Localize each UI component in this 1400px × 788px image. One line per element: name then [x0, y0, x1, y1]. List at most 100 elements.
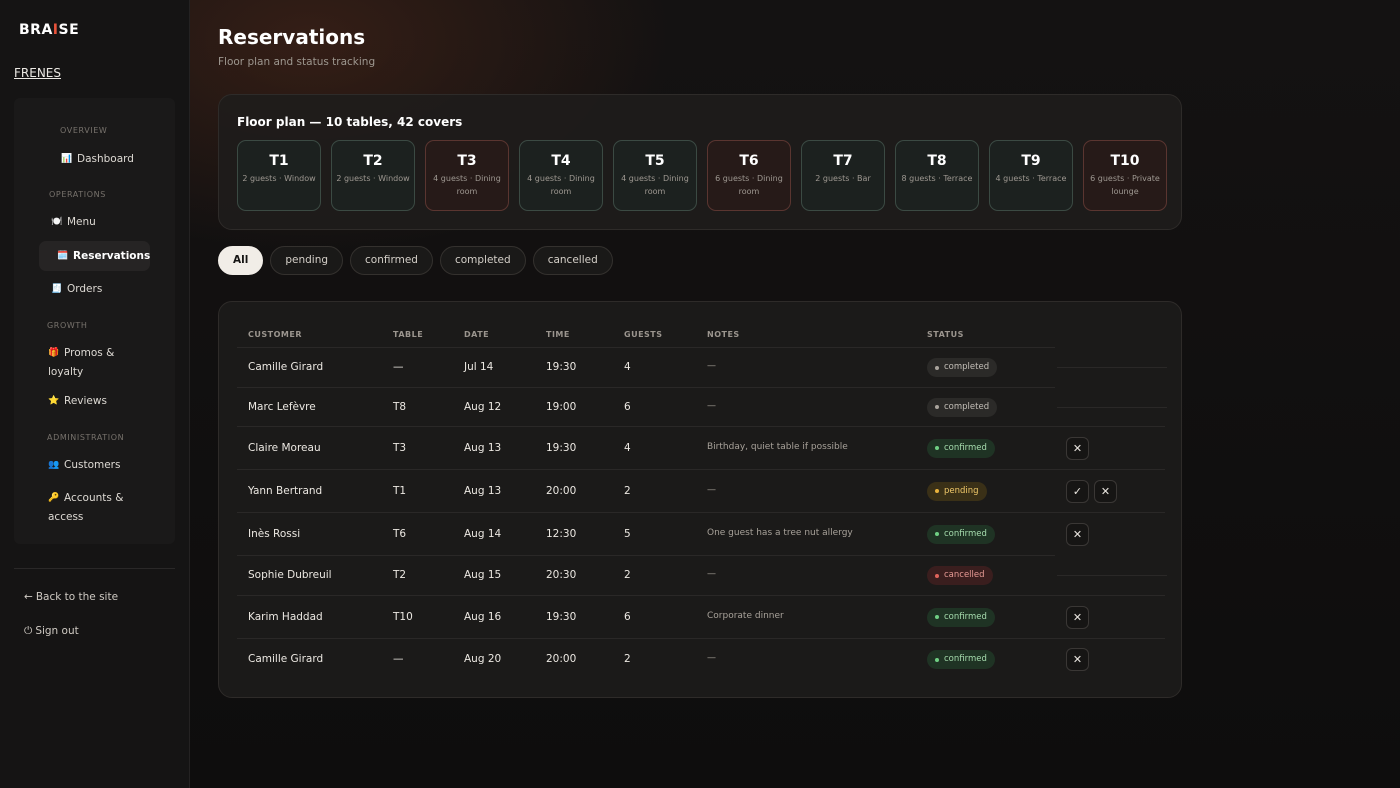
sidebar-item-label-cont: loyalty: [48, 366, 84, 378]
brand-logo-part: BRA: [19, 22, 53, 38]
cell-notes: Corporate dinner: [707, 610, 784, 621]
status-dot: [935, 405, 939, 409]
cell-guests: 2: [624, 569, 631, 581]
sidebar-item-label: Accounts &: [64, 492, 124, 504]
floor-table-t4[interactable]: T4 4 guests · Dining room: [519, 140, 603, 211]
status-badge: confirmed: [927, 438, 995, 458]
table-row[interactable]: Camille Girard — Aug 20 20:00 2 — confirmed ✕: [237, 638, 1165, 680]
table-name: T1: [269, 153, 289, 169]
filter-pending[interactable]: pending: [270, 246, 344, 275]
restaurant-link[interactable]: FRENES: [14, 66, 61, 80]
status-label: completed: [944, 362, 990, 372]
filter-cancelled[interactable]: cancelled: [532, 246, 613, 275]
cell-notes: —: [707, 484, 716, 495]
status-badge: confirmed: [927, 650, 995, 669]
sidebar-item-reviews[interactable]: ⭐ Reviews: [48, 394, 107, 408]
table-row[interactable]: Marc Lefèvre T8 Aug 12 19:00 6 — completed: [237, 387, 1055, 426]
table-row[interactable]: Karim Haddad T10 Aug 16 19:30 6 Corporate din…: [237, 595, 1165, 638]
status-dot: [935, 615, 939, 619]
table-name: T3: [457, 153, 477, 169]
sidebar-item-promos[interactable]: 🎁 Promos & loyalty: [48, 346, 158, 379]
table-info: 4 guests · Terrace: [995, 174, 1067, 183]
column-header-notes: NOTES: [707, 330, 740, 339]
cell-table: T1: [393, 484, 407, 497]
filter-confirmed[interactable]: confirmed: [350, 246, 433, 275]
reservations-table-card: CUSTOMER TABLE DATE TIME GUESTS NOTES ST…: [218, 301, 1182, 698]
receipt-icon: 🧾: [51, 284, 63, 294]
sidebar: BRAISE FRENES OVERVIEW 📊 Dashboard OPERA…: [0, 0, 190, 788]
row-divider: [1057, 406, 1167, 408]
filter-completed[interactable]: completed: [439, 246, 526, 275]
cell-table: T3: [393, 441, 407, 454]
sidebar-item-reservations[interactable]: 🗓️ Reservations: [39, 241, 150, 271]
floor-plan-title: Floor plan — 10 tables, 42 covers: [237, 115, 463, 129]
cell-customer: Inès Rossi: [248, 527, 301, 540]
cancel-reservation-button[interactable]: ✕: [1066, 648, 1089, 671]
table-info: 6 guests · Private lounge: [1090, 174, 1160, 196]
floor-plan-card: Floor plan — 10 tables, 42 covers T1 2 gu…: [218, 94, 1182, 230]
sidebar-item-orders[interactable]: 🧾 Orders: [51, 282, 102, 296]
table-name: T4: [551, 153, 571, 169]
status-label: pending: [944, 485, 979, 496]
cell-date: Aug 12: [464, 400, 502, 413]
table-info: 2 guests · Window: [336, 174, 410, 183]
cell-notes: One guest has a tree nut allergy: [707, 527, 853, 538]
column-header-date: DATE: [464, 330, 490, 339]
table-row[interactable]: Camille Girard — Jul 14 19:30 4 — completed: [237, 347, 1055, 387]
cell-notes: Birthday, quiet table if possible: [707, 441, 848, 452]
sidebar-item-accounts[interactable]: 🔑 Accounts & access: [48, 491, 158, 524]
cell-table: T10: [393, 610, 413, 623]
floor-table-t3[interactable]: T3 4 guests · Dining room: [425, 140, 509, 211]
sidebar-item-dashboard[interactable]: 📊 Dashboard: [61, 152, 134, 166]
sidebar-item-label: Orders: [67, 283, 103, 295]
cell-time: 19:30: [546, 610, 577, 623]
cell-time: 19:00: [546, 400, 577, 413]
page-subtitle: Floor plan and status tracking: [218, 56, 376, 68]
column-header-status: STATUS: [927, 330, 964, 339]
cancel-reservation-button[interactable]: ✕: [1066, 436, 1089, 460]
table-name: T10: [1110, 153, 1140, 169]
cell-time: 20:00: [546, 653, 577, 665]
filter-all[interactable]: All: [218, 246, 264, 275]
status-badge: pending: [927, 481, 987, 501]
floor-table-t2[interactable]: T2 2 guests · Window: [331, 140, 415, 211]
nav-panel: OVERVIEW 📊 Dashboard OPERATIONS 🍽️ Menu …: [14, 98, 175, 544]
floor-table-t10[interactable]: T10 6 guests · Private lounge: [1083, 140, 1167, 211]
cancel-reservation-button[interactable]: ✕: [1066, 522, 1089, 546]
table-row[interactable]: Claire Moreau T3 Aug 13 19:30 4 Birthday, qui…: [237, 426, 1165, 469]
floor-table-t7[interactable]: T7 2 guests · Bar: [801, 140, 885, 211]
table-row[interactable]: Sophie Dubreuil T2 Aug 15 20:30 2 — cancelled: [237, 555, 1055, 595]
sidebar-item-menu[interactable]: 🍽️ Menu: [51, 215, 96, 229]
floor-table-t9[interactable]: T9 4 guests · Terrace: [989, 140, 1073, 211]
sidebar-divider: [14, 568, 175, 569]
brand-logo[interactable]: BRAISE: [19, 22, 79, 38]
floor-table-t6[interactable]: T6 6 guests · Dining room: [707, 140, 791, 211]
status-dot: [935, 365, 939, 370]
floor-table-t1[interactable]: T1 2 guests · Window: [237, 140, 321, 211]
cell-notes: —: [707, 400, 716, 411]
status-badge: confirmed: [927, 607, 995, 627]
chart-icon: 📊: [61, 154, 73, 164]
sign-out-button[interactable]: ⏻ Sign out: [24, 625, 79, 638]
status-dot: [935, 657, 939, 662]
status-label: confirmed: [944, 611, 987, 622]
floor-table-t5[interactable]: T5 4 guests · Dining room: [613, 140, 697, 211]
confirm-button[interactable]: ✓: [1066, 479, 1089, 503]
cell-time: 19:30: [546, 441, 577, 454]
status-badge: completed: [927, 397, 998, 417]
sidebar-item-customers[interactable]: 👥 Customers: [48, 458, 120, 472]
status-dot: [935, 573, 939, 578]
status-label: confirmed: [944, 442, 987, 453]
status-badge: completed: [927, 358, 998, 377]
column-header-time: TIME: [546, 330, 570, 339]
floor-table-t8[interactable]: T8 8 guests · Terrace: [895, 140, 979, 211]
table-info: 2 guests · Bar: [815, 174, 871, 183]
row-divider: [1057, 367, 1167, 368]
cancel-reservation-button[interactable]: ✕: [1066, 605, 1089, 629]
back-to-site-link[interactable]: ← Back to the site: [24, 591, 118, 603]
nav-group-administration: ADMINISTRATION: [47, 433, 125, 442]
cell-guests: 5: [624, 527, 631, 540]
table-row[interactable]: Yann Bertrand T1 Aug 13 20:00 2 — pending ✓ ✕: [237, 469, 1165, 512]
table-row[interactable]: Inès Rossi T6 Aug 14 12:30 5 One guest has a …: [237, 512, 1165, 555]
cancel-reservation-button[interactable]: ✕: [1094, 479, 1117, 503]
